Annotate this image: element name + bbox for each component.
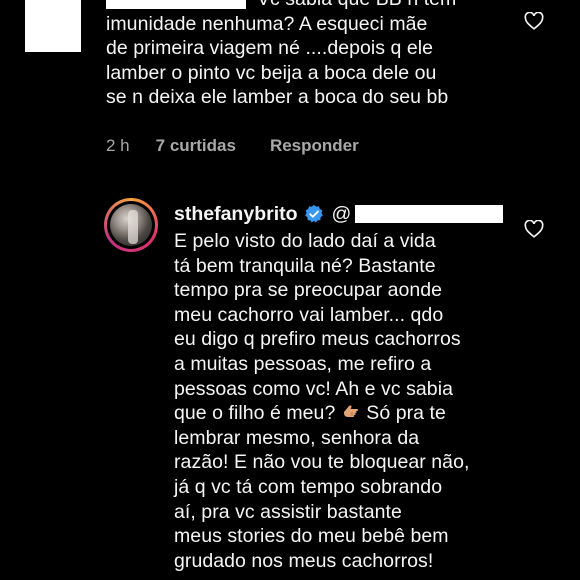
mention-prefix: @ <box>331 202 352 225</box>
comment-text-line1: Vc sabia que BB n tem <box>257 0 456 10</box>
redacted-username <box>106 0 246 9</box>
comment-meta: 2 h 7 curtidas Responder <box>106 136 393 156</box>
verified-badge-icon <box>304 204 323 223</box>
pointing-hand-emoji <box>343 405 358 418</box>
avatar <box>110 204 152 246</box>
likes-count[interactable]: 7 curtidas <box>156 136 236 156</box>
comment-item: Vc sabia que BB n tem imunidade nenhuma?… <box>0 0 580 160</box>
comment-text-rest: imunidade nenhuma? A esqueci mãe de prim… <box>106 12 449 109</box>
comment-text: Vc sabia que BB n tem imunidade nenhuma?… <box>106 0 516 110</box>
reply-text-part1: E pelo visto do lado daí a vida tá bem t… <box>174 230 461 425</box>
avatar-story-ring[interactable] <box>104 198 158 252</box>
username-link[interactable]: sthefanybrito <box>174 203 298 226</box>
heart-icon[interactable] <box>524 220 544 238</box>
reply-text: E pelo visto do lado daí a vida tá bem t… <box>174 229 519 573</box>
reply-comment-item: sthefanybrito @ E pelo visto do lado daí… <box>0 190 580 580</box>
heart-icon[interactable] <box>524 12 544 30</box>
comment-time: 2 h <box>106 136 130 155</box>
redacted-mention <box>355 205 504 223</box>
mention[interactable]: @ <box>332 203 504 226</box>
comment-header: sthefanybrito @ <box>174 201 504 227</box>
reply-button[interactable]: Responder <box>270 136 359 156</box>
redacted-avatar[interactable] <box>25 0 81 52</box>
reply-text-part2: Só pra te lembrar mesmo, senhora da razã… <box>174 402 470 572</box>
